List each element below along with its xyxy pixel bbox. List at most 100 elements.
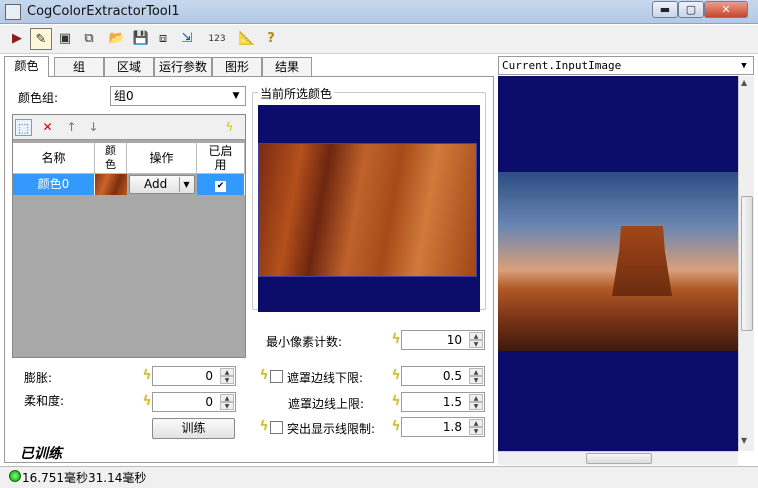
display-icon[interactable]: ▣	[54, 28, 76, 50]
export-icon[interactable]: ⧉	[78, 28, 100, 50]
min-pixel-value: 10	[446, 333, 462, 347]
copy-icon[interactable]: ⧈	[152, 28, 174, 50]
mask-lower-spinner[interactable]: 0.5 ▲ ▼	[401, 366, 485, 386]
color-table-toolbar: ⬚ ✕ ↑ ↓ ϟ	[13, 115, 245, 140]
image-buffer-select[interactable]: Current.InputImage ▼	[498, 56, 754, 75]
tab-run-params[interactable]: 运行参数	[154, 57, 212, 76]
chevron-down-icon: ▼	[232, 91, 240, 101]
import-icon[interactable]: ⇲	[176, 28, 198, 50]
add-color-icon[interactable]: ⬚	[15, 119, 32, 136]
dilate-value: 0	[205, 369, 213, 383]
action-value: Add	[144, 177, 168, 191]
color-table: ⬚ ✕ ↑ ↓ ϟ 名称 颜色 操作 已启用 颜色0 Add ▼ ✔	[12, 114, 246, 358]
color-group-select[interactable]: 组0 ▼	[110, 86, 246, 106]
highlight-checkbox[interactable]	[270, 421, 283, 434]
chevron-down-icon: ▼	[179, 177, 193, 192]
color-group-value: 组0	[114, 89, 134, 103]
title-bar: CogColorExtractorTool1 ▬ ▢ ✕	[0, 0, 758, 24]
tab-results[interactable]: 结果	[262, 57, 312, 76]
mask-upper-label: 遮罩边线上限:	[288, 397, 365, 411]
action-dropdown[interactable]: Add ▼	[129, 175, 195, 194]
run-icon[interactable]: ▶	[6, 28, 28, 50]
help-icon[interactable]: ?	[260, 28, 282, 50]
bolt-icon[interactable]: ϟ	[391, 367, 401, 385]
dilate-label: 膨胀:	[24, 371, 53, 385]
preview-title: 当前所选颜色	[258, 85, 335, 102]
spin-down-icon[interactable]: ▼	[469, 427, 483, 435]
spin-up-icon[interactable]: ▲	[469, 332, 483, 340]
status-bar: 16.751毫秒31.14毫秒	[0, 466, 758, 488]
image-buffer-value: Current.InputImage	[502, 59, 622, 72]
open-icon[interactable]: 📂	[106, 28, 128, 50]
move-up-icon[interactable]: ↑	[63, 119, 80, 136]
butte-shape	[612, 226, 672, 296]
bolt-icon[interactable]: ϟ	[142, 393, 152, 411]
trained-status: 已训练	[20, 446, 62, 462]
min-pixel-label: 最小像素计数:	[266, 335, 343, 349]
chevron-down-icon: ▼	[741, 61, 747, 71]
bolt-icon[interactable]: ϟ	[391, 393, 401, 411]
save-icon[interactable]: 💾	[130, 28, 152, 50]
bolt-icon[interactable]: ϟ	[221, 119, 238, 136]
softness-spinner[interactable]: 0 ▲ ▼	[152, 392, 236, 412]
pencil-icon[interactable]: ✎	[30, 28, 52, 50]
bolt-icon[interactable]: ϟ	[142, 367, 152, 385]
tab-color[interactable]: 颜色	[4, 56, 49, 77]
counter-icon[interactable]: 123	[206, 28, 228, 50]
highlight-spinner[interactable]: 1.8 ▲ ▼	[401, 417, 485, 437]
dilate-spinner[interactable]: 0 ▲ ▼	[152, 366, 236, 386]
tab-region[interactable]: 区域	[104, 57, 154, 76]
train-button[interactable]: 训练	[152, 418, 235, 439]
spin-up-icon[interactable]: ▲	[220, 394, 234, 402]
tab-graphics[interactable]: 图形	[212, 57, 262, 76]
measure-icon[interactable]: 📐	[236, 28, 258, 50]
spin-up-icon[interactable]: ▲	[469, 419, 483, 427]
mask-upper-spinner[interactable]: 1.5 ▲ ▼	[401, 392, 485, 412]
scroll-down-icon[interactable]: ▼	[741, 436, 747, 445]
spin-down-icon[interactable]: ▼	[469, 376, 483, 384]
enabled-cell: ✔	[197, 174, 245, 195]
header-name: 名称	[13, 143, 95, 174]
vertical-scrollbar[interactable]: ▲ ▼	[738, 76, 754, 451]
color-swatch[interactable]	[95, 174, 127, 195]
bolt-icon[interactable]: ϟ	[259, 418, 269, 436]
bolt-icon[interactable]: ϟ	[391, 418, 401, 436]
close-button[interactable]: ✕	[704, 1, 748, 18]
spin-up-icon[interactable]: ▲	[220, 368, 234, 376]
header-action: 操作	[127, 143, 197, 174]
hscroll-thumb[interactable]	[586, 453, 652, 464]
min-pixel-spinner[interactable]: 10 ▲ ▼	[401, 330, 485, 350]
delete-icon[interactable]: ✕	[39, 119, 56, 136]
move-down-icon[interactable]: ↓	[85, 119, 102, 136]
spin-down-icon[interactable]: ▼	[469, 402, 483, 410]
spin-up-icon[interactable]: ▲	[469, 394, 483, 402]
app-icon	[5, 4, 21, 20]
spin-down-icon[interactable]: ▼	[469, 340, 483, 348]
mask-upper-value: 1.5	[442, 395, 462, 409]
toolbar: ▶ ✎ ▣ ⧉ 📂 💾 ⧈ ⇲ 123 📐 ?	[0, 25, 758, 54]
header-enabled: 已启用	[197, 143, 245, 174]
maximize-button[interactable]: ▢	[678, 1, 704, 18]
highlight-label: 突出显示线限制:	[287, 422, 376, 436]
header-color: 颜色	[95, 143, 127, 174]
spin-up-icon[interactable]: ▲	[469, 368, 483, 376]
scroll-up-icon[interactable]: ▲	[741, 78, 747, 87]
softness-value: 0	[205, 395, 213, 409]
minimize-button[interactable]: ▬	[652, 1, 678, 18]
spin-down-icon[interactable]: ▼	[220, 402, 234, 410]
spin-down-icon[interactable]: ▼	[220, 376, 234, 384]
mask-lower-label: 遮罩边线下限:	[287, 371, 364, 385]
highlight-value: 1.8	[442, 420, 462, 434]
mask-lower-checkbox[interactable]	[270, 370, 283, 383]
mask-lower-value: 0.5	[442, 369, 462, 383]
window-title: CogColorExtractorTool1	[27, 4, 180, 19]
status-ok-icon	[9, 470, 21, 482]
scroll-thumb[interactable]	[741, 196, 753, 331]
horizontal-scrollbar[interactable]	[498, 451, 738, 465]
enabled-checkbox[interactable]: ✔	[215, 181, 226, 192]
bolt-icon[interactable]: ϟ	[391, 331, 401, 349]
bolt-icon[interactable]: ϟ	[259, 367, 269, 385]
row-name[interactable]: 颜色0	[13, 174, 95, 195]
tab-group[interactable]: 组	[54, 57, 104, 76]
status-timing: 16.751毫秒31.14毫秒	[22, 471, 147, 485]
